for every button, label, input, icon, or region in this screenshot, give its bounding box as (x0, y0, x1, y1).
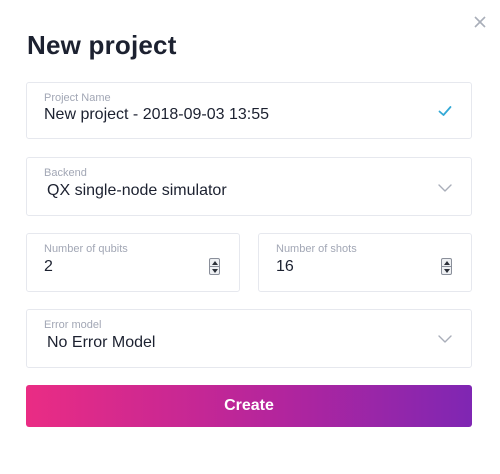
shots-field[interactable]: Number of shots 16 (258, 233, 472, 292)
qubits-decrement-button[interactable] (210, 266, 219, 274)
project-name-field[interactable]: Project Name New project - 2018-09-03 13… (26, 82, 472, 139)
shots-label: Number of shots (276, 243, 357, 255)
error-model-select[interactable]: Error model No Error Model (26, 309, 472, 368)
qubits-field[interactable]: Number of qubits 2 (26, 233, 240, 292)
backend-select[interactable]: Backend QX single-node simulator (26, 157, 472, 216)
dialog-title: New project (27, 30, 177, 60)
chevron-down-icon[interactable] (437, 331, 453, 347)
shots-stepper[interactable] (441, 258, 452, 275)
shots-increment-button[interactable] (442, 259, 451, 266)
close-icon[interactable] (470, 12, 490, 32)
backend-value: QX single-node simulator (47, 182, 227, 199)
check-icon (437, 103, 453, 119)
qubits-stepper[interactable] (209, 258, 220, 275)
shots-input[interactable]: 16 (276, 258, 294, 276)
error-model-value: No Error Model (47, 334, 156, 351)
shots-decrement-button[interactable] (442, 266, 451, 274)
qubits-label: Number of qubits (44, 243, 128, 255)
qubits-increment-button[interactable] (210, 259, 219, 266)
project-name-label: Project Name (44, 92, 111, 104)
chevron-down-icon[interactable] (437, 180, 453, 196)
error-model-label: Error model (44, 319, 102, 331)
project-name-input[interactable]: New project - 2018-09-03 13:55 (44, 106, 269, 124)
backend-label: Backend (44, 167, 87, 179)
qubits-input[interactable]: 2 (44, 258, 53, 276)
new-project-dialog: New project Project Name New project - 2… (0, 0, 500, 474)
create-button[interactable]: Create (26, 385, 472, 427)
